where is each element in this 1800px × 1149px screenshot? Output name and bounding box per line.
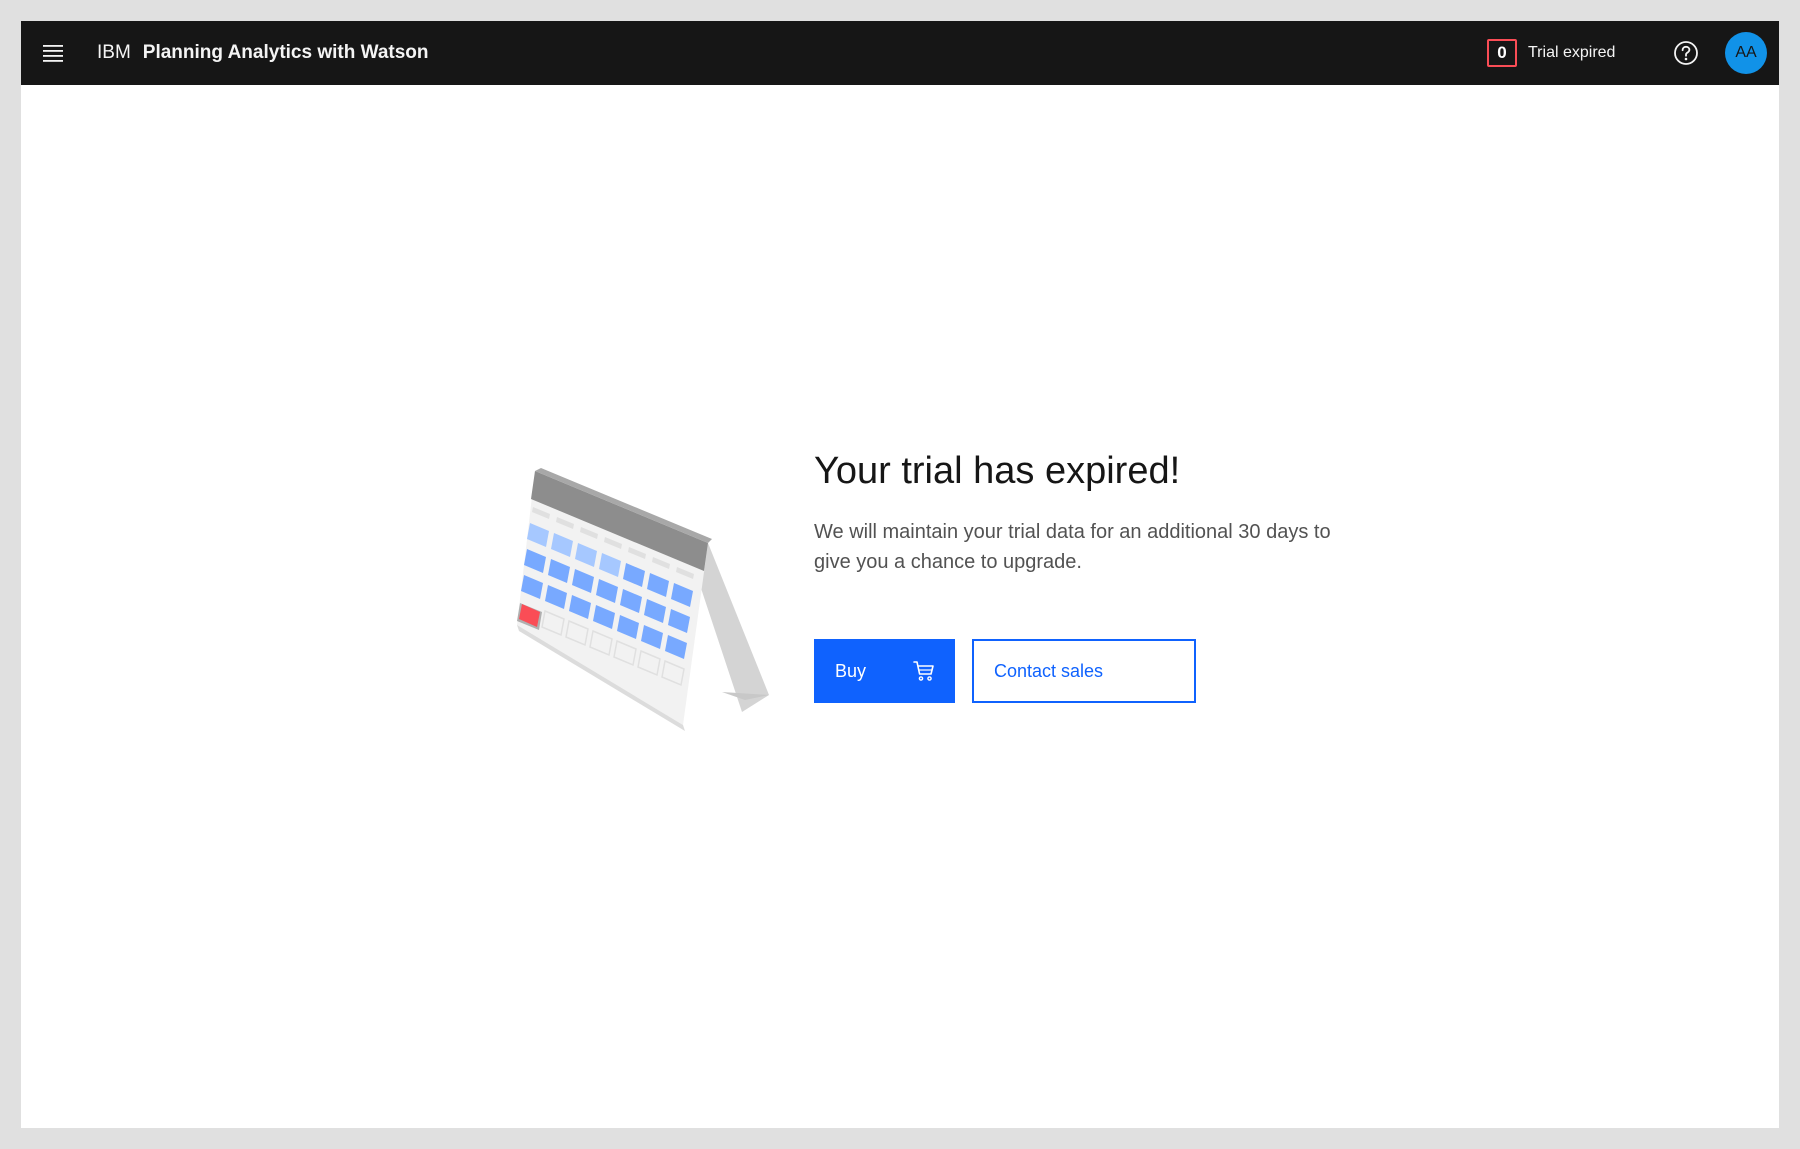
hamburger-menu-button[interactable] xyxy=(32,32,74,74)
contact-sales-label: Contact sales xyxy=(994,660,1104,681)
trial-message: We will maintain your trial data for an … xyxy=(814,521,1331,573)
contact-sales-button[interactable]: Contact sales xyxy=(972,639,1196,703)
help-icon xyxy=(1674,41,1698,65)
page-heading: Your trial has expired! xyxy=(814,450,1181,492)
user-avatar[interactable]: AA xyxy=(1725,32,1767,74)
buy-button-label: Buy xyxy=(835,660,867,681)
product-name[interactable]: IBM Planning Analytics with Watson xyxy=(97,21,429,85)
trial-days-badge: 0 xyxy=(1487,39,1517,67)
hamburger-menu-icon xyxy=(43,45,63,62)
app-window: IBM Planning Analytics with Watson 0 Tri… xyxy=(21,21,1779,1128)
trial-status-label: Trial expired xyxy=(1528,44,1616,61)
product-title: Planning Analytics with Watson xyxy=(142,42,429,63)
calendar-illustration xyxy=(517,468,769,731)
trial-status-indicator[interactable]: 0 Trial expired xyxy=(1487,21,1615,85)
top-navigation-bar: IBM Planning Analytics with Watson 0 Tri… xyxy=(21,21,1779,85)
buy-button[interactable]: Buy xyxy=(814,639,955,703)
help-button[interactable] xyxy=(1665,32,1707,74)
company-name: IBM xyxy=(97,42,131,63)
shopping-cart-icon xyxy=(913,661,934,681)
